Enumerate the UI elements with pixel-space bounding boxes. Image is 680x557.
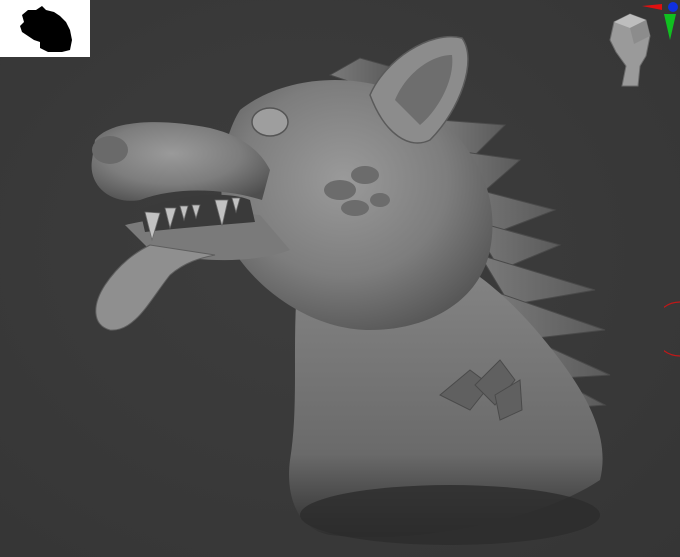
- tongue: [95, 244, 216, 331]
- rotation-ring-icon[interactable]: [664, 300, 680, 360]
- navigation-cube[interactable]: [600, 0, 680, 90]
- wolf-head-sculpt[interactable]: [0, 0, 680, 557]
- sculpt-viewport[interactable]: [0, 0, 680, 557]
- head-orientation-icon: [609, 13, 651, 87]
- wolf-silhouette-icon: [20, 6, 72, 52]
- thumbnail-panel: [0, 0, 90, 57]
- eye: [251, 107, 289, 137]
